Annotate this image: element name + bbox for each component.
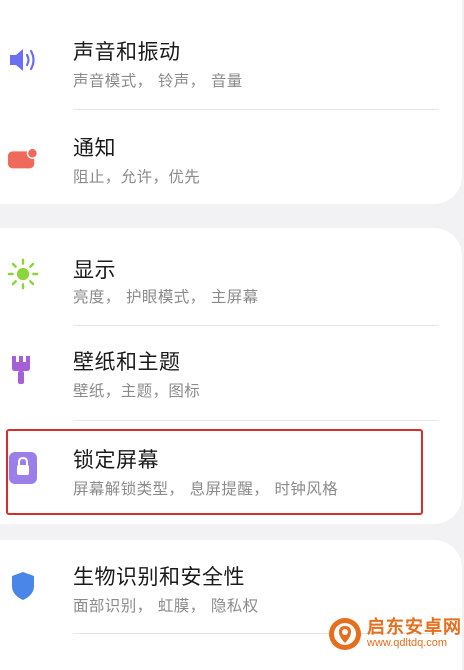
settings-item-notifications[interactable]: 通知 阻止，允许，优先 bbox=[0, 110, 462, 206]
setting-subtitle: 声音模式， 铃声， 音量 bbox=[73, 72, 243, 90]
setting-title: 通知 bbox=[73, 136, 116, 160]
setting-title: 显示 bbox=[73, 258, 116, 282]
watermark-url: www.qdltdq.com bbox=[367, 636, 448, 649]
divider bbox=[73, 420, 439, 421]
notification-icon bbox=[7, 142, 39, 174]
watermark-logo-icon bbox=[329, 618, 361, 650]
settings-item-sound[interactable]: 声音和振动 声音模式， 铃声， 音量 bbox=[0, 14, 462, 110]
setting-subtitle: 阻止，允许，优先 bbox=[73, 168, 201, 186]
watermark: 启东安卓网 www.qdltdq.com bbox=[327, 616, 462, 652]
setting-subtitle: 壁纸，主题，图标 bbox=[73, 382, 201, 400]
speaker-icon bbox=[7, 44, 39, 76]
brush-icon bbox=[7, 354, 39, 386]
sun-icon bbox=[7, 258, 39, 290]
setting-subtitle: 亮度， 护眼模式， 主屏幕 bbox=[73, 288, 259, 306]
settings-item-display[interactable]: 显示 亮度， 护眼模式， 主屏幕 bbox=[0, 232, 462, 328]
highlight-box bbox=[6, 429, 423, 515]
setting-title: 壁纸和主题 bbox=[73, 350, 181, 374]
setting-subtitle: 面部识别， 虹膜， 隐私权 bbox=[73, 597, 259, 615]
shield-icon bbox=[7, 570, 39, 602]
setting-title: 声音和振动 bbox=[73, 40, 181, 64]
watermark-title: 启东安卓网 bbox=[367, 616, 462, 638]
setting-title: 生物识别和安全性 bbox=[73, 565, 245, 589]
settings-item-wallpaper[interactable]: 壁纸和主题 壁纸，主题，图标 bbox=[0, 326, 462, 422]
